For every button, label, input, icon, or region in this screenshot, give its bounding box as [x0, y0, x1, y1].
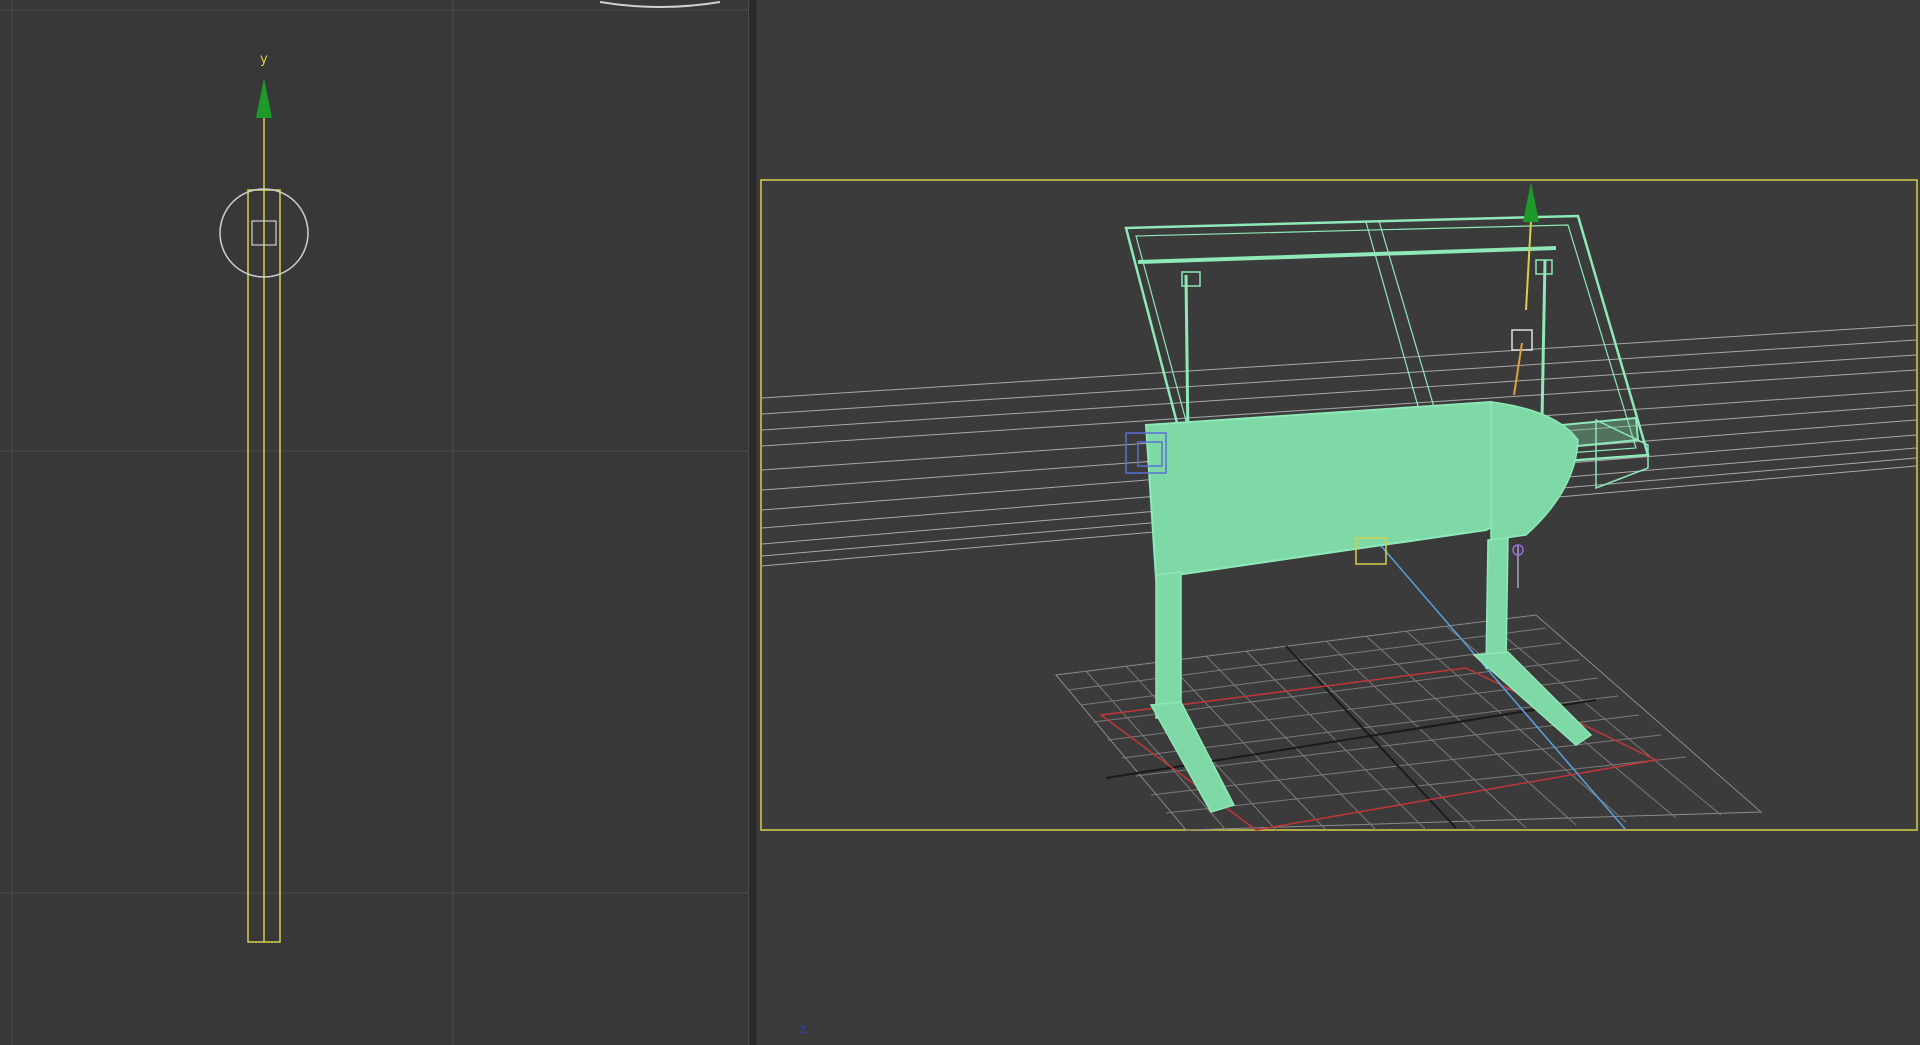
perspective-viewport-canvas	[760, 179, 1918, 831]
viewport-splitter[interactable]	[748, 0, 756, 1045]
gizmo-y-arrow-icon[interactable]	[1523, 182, 1539, 222]
desk-model[interactable]	[1124, 214, 1650, 813]
y-axis-gizmo-arrow-icon[interactable]	[256, 78, 272, 118]
z-axis-label: z	[800, 1022, 807, 1036]
perspective-viewport[interactable]: z	[756, 0, 1920, 1045]
left-viewport-canvas	[0, 0, 748, 1045]
left-viewport[interactable]: y	[0, 0, 748, 1045]
y-axis-label: y	[260, 52, 268, 67]
camera-edge-shape	[599, 1, 721, 8]
gizmo-y-axis-line	[1525, 219, 1532, 311]
